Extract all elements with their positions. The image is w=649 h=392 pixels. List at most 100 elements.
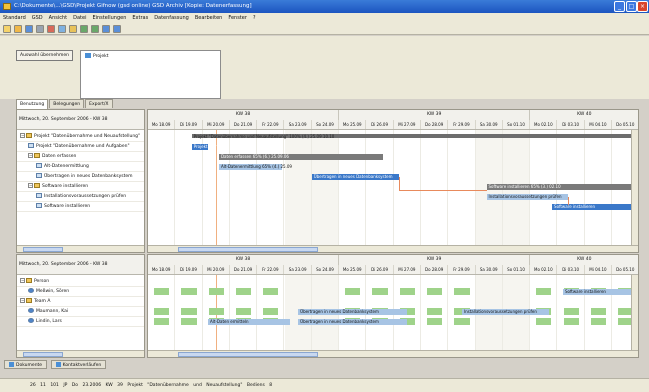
resource-bar[interactable]: Alt-Daten ermitteln (208, 319, 290, 325)
day-label: Mi 27.09 (394, 265, 421, 274)
horizontal-scrollbar[interactable] (148, 350, 638, 357)
tree-row[interactable]: − Projekt "Datenübernahme und Neuaufstell… (17, 132, 144, 142)
folder-icon (34, 153, 40, 158)
expand-toggle-icon[interactable]: − (20, 133, 25, 138)
tree-row[interactable]: Meßwin, Sören (17, 287, 144, 297)
grid-column (285, 275, 312, 357)
scrollbar-thumb[interactable] (23, 352, 63, 357)
resource-bar[interactable]: Übertragen in neues Datenbanksystem (298, 309, 408, 315)
day-label: Mo 18.09 (148, 265, 176, 274)
horizontal-scrollbar[interactable] (148, 245, 638, 252)
menu-item-8[interactable]: Fenster (225, 13, 250, 23)
vertical-scrollbar[interactable] (631, 275, 638, 350)
menu-item-4[interactable]: Einstellungen (89, 13, 129, 23)
apply-selection-button[interactable]: Auswahl übernehmen (16, 50, 73, 61)
tab-contact-history[interactable]: Kontaktverläufen (50, 360, 107, 369)
minimize-button[interactable]: _ (614, 1, 625, 12)
gantt-bar[interactable]: Software installieren 65% (3.) 02.10 (486, 184, 638, 190)
copy-icon[interactable] (58, 25, 66, 33)
day-label: So 24.09 (312, 265, 340, 274)
expand-toggle-icon[interactable]: − (20, 298, 25, 303)
close-button[interactable]: × (637, 1, 648, 12)
grid-column (285, 130, 312, 252)
project-list[interactable]: Projekt (80, 50, 221, 99)
resource-bar[interactable]: Software installieren (562, 289, 632, 295)
tab-0[interactable]: Benutzung (16, 99, 49, 109)
tree-row[interactable]: Installationsvoraussetzungen prüfen (17, 192, 144, 202)
menu-item-7[interactable]: Bearbeiten (192, 13, 225, 23)
gantt-chart-pane[interactable]: KW 38 KW 39 KW 40 Mo 18.09 Di 19.09 Mi 20.09 D… (147, 109, 639, 253)
expand-toggle-icon[interactable]: − (28, 153, 33, 158)
task-icon (28, 143, 34, 148)
workload-cell (263, 288, 279, 295)
expand-toggle-icon[interactable]: − (28, 183, 33, 188)
workload-cell (399, 288, 415, 295)
save-icon[interactable] (25, 25, 33, 33)
tree-row[interactable]: Lindin, Lars (17, 317, 144, 327)
expand-toggle-icon[interactable]: − (20, 278, 25, 283)
redo-icon[interactable] (91, 25, 99, 33)
person-icon (28, 288, 34, 293)
zoom-icon[interactable] (102, 25, 110, 33)
tree-row[interactable]: Projekt "Datenübernahme und Aufgaben" (17, 142, 144, 152)
project-label: Projekt (93, 54, 109, 59)
tree-row[interactable]: − Software installieren (17, 182, 144, 192)
resource-bar[interactable]: Übertragen in neues Datenbanksystem (298, 319, 408, 325)
scrollbar-thumb[interactable] (178, 352, 318, 357)
grid-column (394, 130, 421, 252)
tree-row[interactable]: − Person (17, 277, 144, 287)
tree-row[interactable]: Alt-Datenermittlung (17, 162, 144, 172)
menu-item-1[interactable]: GSD (29, 13, 46, 23)
day-label: Do 21.09 (230, 120, 258, 129)
dependency-arrow (399, 177, 401, 191)
cut-icon[interactable] (47, 25, 55, 33)
tree-row[interactable]: Maumann, Kai (17, 307, 144, 317)
gantt-bar[interactable]: Software installieren (552, 204, 638, 210)
menu-item-0[interactable]: Standard (0, 13, 29, 23)
menu-item-9[interactable]: ? (250, 13, 259, 23)
help-icon[interactable] (113, 25, 121, 33)
scrollbar-thumb[interactable] (23, 247, 63, 252)
menu-item-5[interactable]: Extras (129, 13, 151, 23)
tree-row[interactable]: Software installieren (17, 202, 144, 212)
vertical-scrollbar[interactable] (631, 130, 638, 245)
new-icon[interactable] (3, 25, 11, 33)
gantt-bar[interactable]: Projekt "Datenübernahme und Neuaufstellu… (191, 134, 637, 139)
tree-row[interactable]: − Team A (17, 297, 144, 307)
scrollbar-thumb[interactable] (178, 247, 318, 252)
day-label: So 01.10 (503, 120, 531, 129)
grid-column (530, 130, 558, 252)
undo-icon[interactable] (80, 25, 88, 33)
day-label: Di 26.09 (366, 265, 394, 274)
workload-cell (590, 308, 607, 315)
menu-item-6[interactable]: Datenfassung (151, 13, 192, 23)
horizontal-scrollbar[interactable] (17, 245, 144, 252)
window-title: C:\Dokumente\...\GSD\Projekt Gifnow (gsd… (14, 3, 252, 9)
tab-2[interactable]: Export/X (85, 99, 113, 108)
gantt-bar[interactable]: Installationsvoraussetzungen prüfen (486, 194, 569, 200)
menu-item-2[interactable]: Ansicht (46, 13, 70, 23)
week-label: KW 38 (148, 110, 340, 120)
tab-1[interactable]: Belegungen (49, 99, 85, 108)
tab-documents[interactable]: Dokumente (4, 360, 48, 369)
tree-row[interactable]: Übertragen in neues Datenbanksystem (17, 172, 144, 182)
maximize-button[interactable]: □ (626, 1, 637, 12)
gantt-bar[interactable]: Alt-Datenermittlung 65% (4.) 25.09 (218, 164, 292, 170)
resource-bar[interactable]: Installationsvoraussetzungen prüfen (461, 309, 550, 315)
day-label: Do 05.10 (612, 120, 638, 129)
resource-gantt-pane[interactable]: KW 38 KW 39 KW 40 Mo 18.09 Di 19.09 Mi 20.09 D… (147, 254, 639, 358)
menu-item-3[interactable]: Datei (70, 13, 89, 23)
workload-cell (208, 308, 224, 315)
print-icon[interactable] (36, 25, 44, 33)
workload-cell (181, 288, 197, 295)
gantt-bar[interactable]: Projekt Start (191, 144, 219, 150)
tree-row-label: Meßwin, Sören (36, 289, 70, 294)
horizontal-scrollbar[interactable] (17, 350, 144, 357)
paste-icon[interactable] (69, 25, 77, 33)
gantt-bar[interactable]: Übertragen in neues Datenbanksystem (311, 174, 400, 180)
gantt-bar[interactable]: Daten erfassen 65% (6.) 25.09.06 (218, 154, 383, 160)
day-label: Mo 02.10 (530, 120, 558, 129)
open-icon[interactable] (14, 25, 22, 33)
tree-row[interactable]: − Daten erfassen (17, 152, 144, 162)
status-bar: 26 11 101 JP Do 23.2006 KW 39 Projekt "D… (0, 378, 649, 392)
